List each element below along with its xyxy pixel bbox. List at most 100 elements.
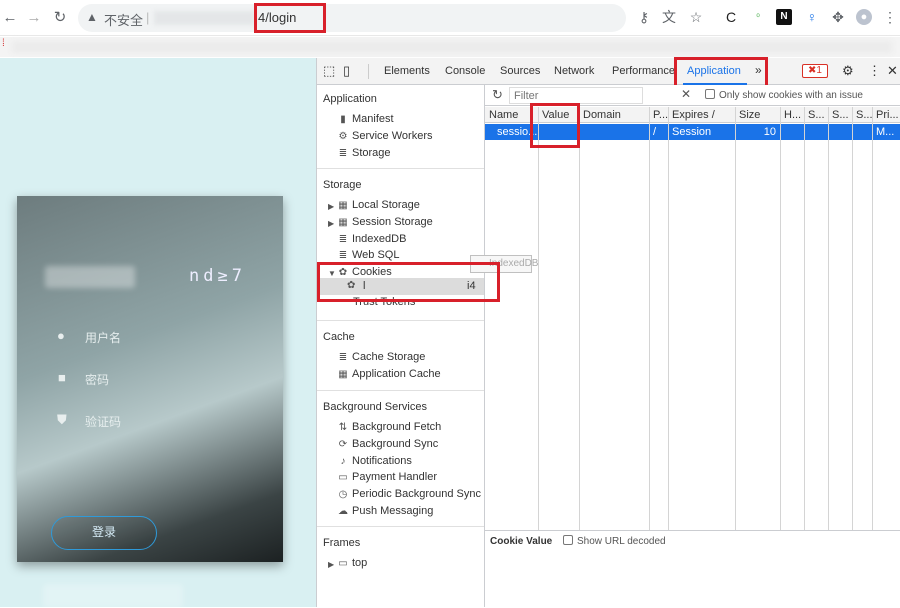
column-divider (735, 107, 736, 530)
application-highlight-box (674, 57, 768, 88)
expand-arrow-icon[interactable]: ▶ (328, 219, 334, 228)
cell-domain[interactable] (579, 124, 649, 140)
tab-performance[interactable]: Performance (612, 65, 675, 77)
sidebar-item-background-fetch[interactable]: ⇅ Background Fetch (337, 421, 441, 433)
issue-checkbox[interactable] (705, 89, 715, 99)
lock-icon: ■ (58, 370, 66, 385)
more-options-icon[interactable]: ⋮ (868, 63, 881, 79)
key-icon[interactable]: ⚷ (636, 9, 652, 25)
tab-divider (368, 64, 369, 79)
column-header-priority[interactable]: Pri... (872, 107, 900, 123)
password-label[interactable]: 密码 (85, 371, 109, 388)
close-devtools-icon[interactable]: ✕ (887, 63, 898, 79)
column-divider (780, 107, 781, 530)
expand-arrow-icon[interactable]: ▶ (328, 560, 334, 569)
avatar[interactable]: ● (856, 9, 872, 25)
sidebar-item-payment-handler[interactable]: ▭ Payment Handler (337, 471, 437, 483)
apps-icon[interactable]: ⁞ (2, 38, 5, 49)
column-header-path[interactable]: P... (649, 107, 668, 123)
sidebar-item-indexeddb[interactable]: ≣ IndexedDB (337, 233, 407, 245)
url-decode-option[interactable]: Show URL decoded (563, 535, 666, 547)
issue-filter-option[interactable]: Only show cookies with an issue (705, 89, 863, 101)
sidebar-item-cache-storage[interactable]: ≣ Cache Storage (337, 351, 426, 363)
reload-icon[interactable]: ↻ (50, 8, 70, 28)
inspect-icon[interactable]: ⬚ (323, 63, 335, 79)
captcha-label[interactable]: 验证码 (85, 413, 121, 430)
sidebar-item-periodic-background-sync[interactable]: ◷ Periodic Background Sync (337, 488, 481, 500)
sidebar-item-local-storage[interactable]: ▦ Local Storage (337, 199, 420, 211)
captcha-image[interactable]: nd≥7 (189, 266, 246, 286)
error-count: 1 (816, 65, 822, 76)
sidebar-item-manifest[interactable]: ▮ Manifest (337, 113, 393, 125)
cloud-icon: ☁ (338, 506, 348, 517)
column-header-secure[interactable]: S... (804, 107, 828, 123)
column-divider (579, 107, 580, 530)
pin-icon[interactable]: ♀ (804, 9, 820, 25)
sidebar-item-application-cache[interactable]: ▦ Application Cache (337, 368, 440, 380)
sidebar-item-web-sql[interactable]: ≣ Web SQL (337, 249, 400, 261)
login-title-redacted (45, 266, 135, 288)
security-label: 不安全 (104, 13, 144, 28)
menu-icon[interactable]: ⋮ (882, 9, 898, 25)
url-divider: | (146, 10, 150, 25)
sidebar-item-push-messaging[interactable]: ☁ Push Messaging (337, 505, 433, 517)
cell-size[interactable]: 10 (735, 124, 780, 140)
column-header-domain[interactable]: Domain (579, 107, 649, 123)
url-decode-checkbox[interactable] (563, 535, 573, 545)
column-header-size[interactable]: Size (735, 107, 780, 123)
sidebar-item-service-workers[interactable]: ⚙ Service Workers (337, 130, 433, 142)
address-bar[interactable]: ▲ 不安全 | 4/login (78, 4, 626, 32)
star-icon[interactable]: ☆ (688, 9, 704, 25)
username-label[interactable]: 用户名 (85, 329, 121, 346)
footer-redacted (43, 584, 183, 608)
section-application: Application (323, 93, 377, 105)
sidebar-item-session-storage[interactable]: ▦ Session Storage (337, 216, 432, 228)
tab-sources[interactable]: Sources (500, 65, 540, 77)
expand-arrow-icon[interactable]: ▶ (328, 202, 334, 211)
cell-expires[interactable]: Session (668, 124, 735, 140)
cell-path[interactable]: / (649, 124, 668, 140)
settings-icon[interactable]: ⚙ (842, 63, 854, 79)
browser-toolbar: ← → ↻ ▲ 不安全 | 4/login ⚷ 文 ☆ C ⁰ N ♀ ✥ ● … (0, 0, 900, 36)
bookmarks-redacted (12, 41, 892, 53)
devtools-panel: ⬚ ▯ Elements Console Sources Network Per… (316, 57, 900, 607)
back-icon[interactable]: ← (0, 8, 20, 28)
fetch-arrows-icon: ⇅ (338, 422, 348, 433)
bookmarks-bar: ⁞ (0, 37, 900, 57)
refresh-icon[interactable]: ↻ (492, 87, 503, 103)
translate-icon[interactable]: 文 (661, 9, 677, 25)
grid-icon: ▦ (338, 200, 348, 211)
device-toolbar-icon[interactable]: ▯ (343, 63, 350, 79)
puzzle-icon[interactable]: ✥ (830, 9, 846, 25)
tab-network[interactable]: Network (554, 65, 594, 77)
sidebar-item-frame-top[interactable]: ▭ top (337, 557, 367, 569)
section-divider (317, 168, 484, 169)
tab-elements[interactable]: Elements (384, 65, 430, 77)
error-badge[interactable]: ✖1 (802, 64, 828, 78)
sidebar-item-storage[interactable]: ≣ Storage (337, 147, 391, 159)
extension-c-icon[interactable]: C (723, 9, 739, 25)
cell-priority[interactable]: M... (872, 124, 900, 140)
web-page: ● 用户名 ■ 密码 ⛊ 验证码 nd≥7 登录 (0, 58, 316, 608)
sidebar-item-background-sync[interactable]: ⟳ Background Sync (337, 438, 438, 450)
extension-n-icon[interactable]: N (776, 9, 792, 25)
column-header-expires[interactable]: Expires / M... (668, 107, 735, 137)
filter-input[interactable] (509, 87, 643, 104)
user-icon: ● (57, 328, 65, 343)
tab-console[interactable]: Console (445, 65, 485, 77)
column-header-httponly[interactable]: H... (780, 107, 804, 123)
forward-icon[interactable]: → (24, 8, 44, 28)
column-divider (649, 107, 650, 530)
extension-small-icon[interactable]: ⁰ (750, 9, 766, 25)
section-divider (317, 390, 484, 391)
column-divider (872, 107, 873, 530)
section-background-services: Background Services (323, 401, 427, 413)
column-header-samesite[interactable]: S... (828, 107, 852, 123)
database-icon: ≣ (338, 234, 348, 245)
cookie-table: Name Value Domain P... Expires / M... Si… (485, 103, 900, 530)
cookie-value-label: Cookie Value (490, 536, 553, 547)
sidebar-item-notifications[interactable]: ♪ Notifications (337, 455, 412, 467)
column-header-sameparty[interactable]: S... (852, 107, 873, 123)
clear-all-icon[interactable]: ✕ (681, 87, 691, 101)
login-button[interactable]: 登录 (51, 516, 157, 550)
